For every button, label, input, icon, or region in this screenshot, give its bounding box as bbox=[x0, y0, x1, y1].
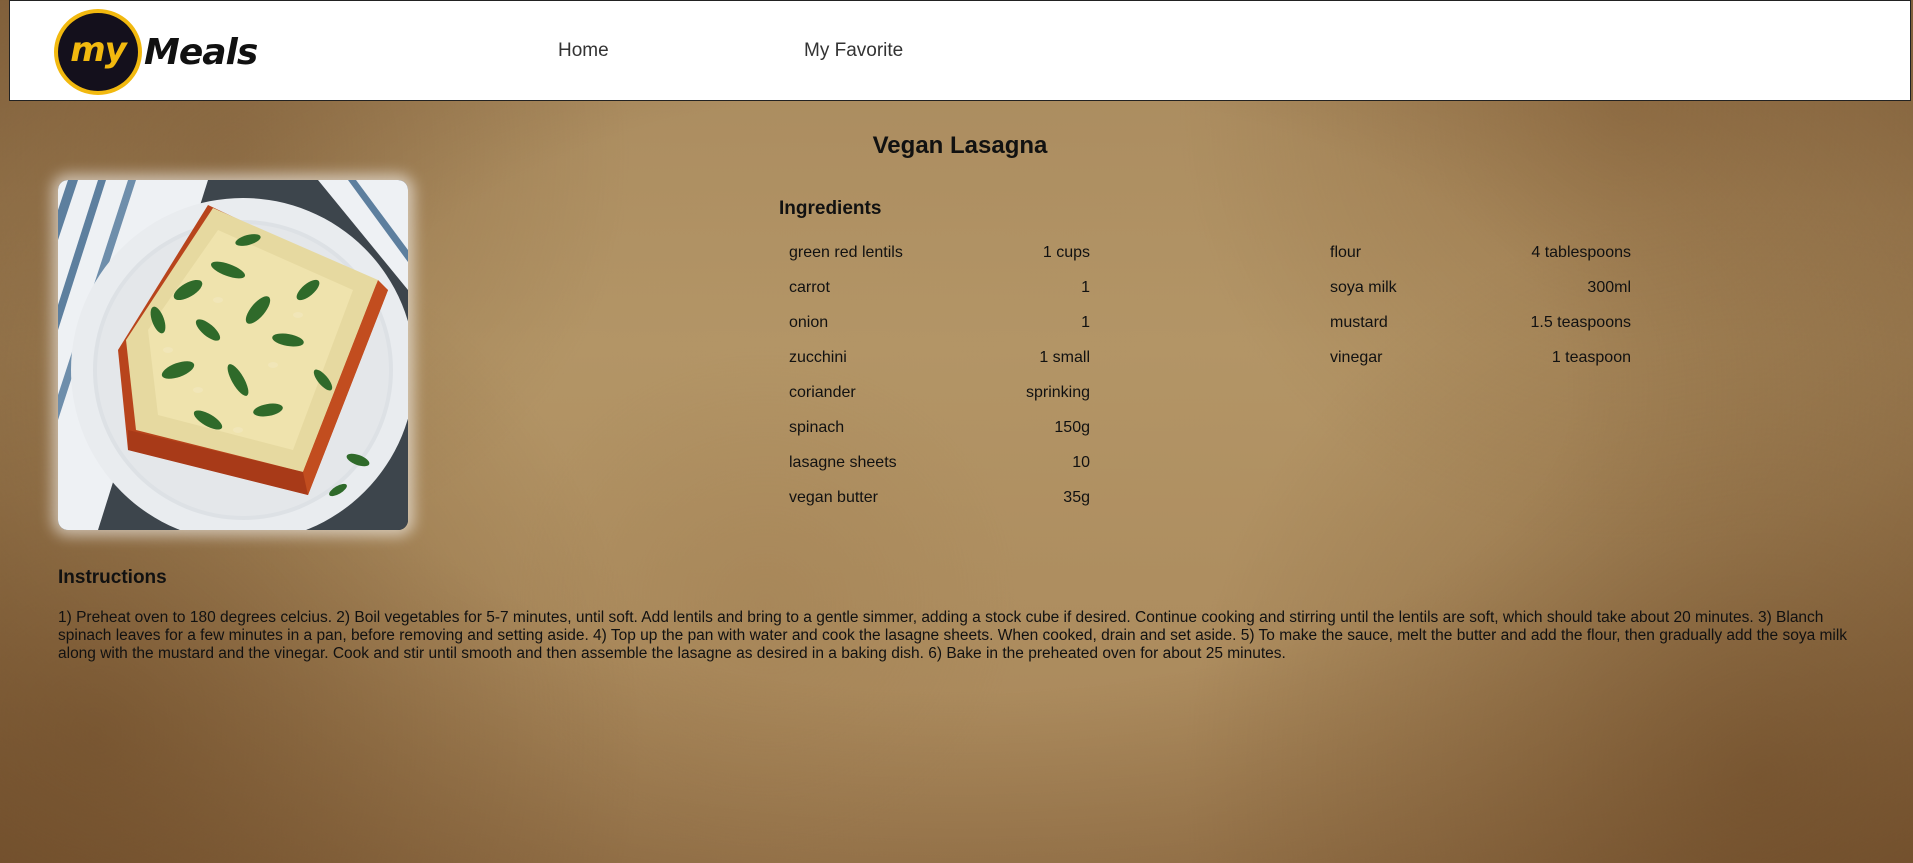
ingredient-quantity: 1 bbox=[1081, 279, 1090, 296]
nav-my-favorite-link[interactable]: My Favorite bbox=[804, 40, 903, 62]
ingredient-quantity: 4 tablespoons bbox=[1531, 244, 1631, 261]
logo-meals-text: Meals bbox=[144, 31, 258, 73]
ingredient-row: zucchini 1 small bbox=[789, 349, 1090, 384]
ingredient-row: vinegar 1 teaspoon bbox=[1330, 349, 1631, 384]
recipe-image bbox=[58, 180, 408, 530]
ingredient-row: spinach 150g bbox=[789, 419, 1090, 454]
instructions-heading: Instructions bbox=[58, 567, 167, 588]
nav-home-link[interactable]: Home bbox=[558, 40, 609, 62]
ingredients-list-left: green red lentils 1 cups carrot 1 onion … bbox=[789, 244, 1090, 524]
logo-my-text: my bbox=[70, 30, 127, 70]
ingredient-name: vegan butter bbox=[789, 489, 878, 506]
navbar: my Meals Home My Favorite bbox=[9, 0, 1911, 101]
logo-badge: my bbox=[54, 9, 142, 95]
ingredient-name: carrot bbox=[789, 279, 830, 296]
ingredient-quantity: 1 small bbox=[1039, 349, 1090, 366]
ingredients-list-right: flour 4 tablespoons soya milk 300ml must… bbox=[1330, 244, 1631, 384]
lasagna-photo bbox=[58, 180, 408, 530]
ingredient-name: zucchini bbox=[789, 349, 847, 366]
ingredient-quantity: sprinking bbox=[1025, 384, 1090, 401]
ingredient-row: flour 4 tablespoons bbox=[1330, 244, 1631, 279]
ingredient-quantity: 1 cups bbox=[1042, 244, 1090, 261]
ingredient-name: green red lentils bbox=[789, 244, 903, 261]
ingredient-name: coriander bbox=[789, 384, 856, 401]
recipe-title: Vegan Lasagna bbox=[872, 132, 1048, 159]
ingredient-name: mustard bbox=[1330, 314, 1388, 331]
ingredient-quantity: 150g bbox=[1054, 419, 1090, 436]
ingredient-row: coriander sprinking bbox=[789, 384, 1090, 419]
ingredient-name: soya milk bbox=[1330, 279, 1397, 296]
ingredients-heading: Ingredients bbox=[779, 198, 882, 219]
ingredient-name: onion bbox=[789, 314, 829, 331]
ingredient-quantity: 10 bbox=[1072, 454, 1090, 471]
ingredient-row: carrot 1 bbox=[789, 279, 1090, 314]
ingredient-row: mustard 1.5 teaspoons bbox=[1330, 314, 1631, 349]
ingredient-quantity: 1 bbox=[1081, 314, 1090, 331]
ingredient-quantity: 1.5 teaspoons bbox=[1530, 314, 1631, 331]
ingredient-row: lasagne sheets 10 bbox=[789, 454, 1090, 489]
ingredient-quantity: 300ml bbox=[1587, 279, 1631, 296]
ingredient-row: green red lentils 1 cups bbox=[789, 244, 1090, 279]
ingredient-name: spinach bbox=[789, 419, 845, 436]
instructions-text: 1) Preheat oven to 180 degrees celcius. … bbox=[58, 609, 1848, 662]
ingredient-row: vegan butter 35g bbox=[789, 489, 1090, 524]
logo[interactable]: my Meals bbox=[54, 9, 258, 95]
ingredient-quantity: 35g bbox=[1063, 489, 1090, 506]
ingredient-name: lasagne sheets bbox=[789, 454, 897, 471]
ingredient-name: vinegar bbox=[1330, 349, 1383, 366]
ingredient-name: flour bbox=[1330, 244, 1362, 261]
ingredient-row: onion 1 bbox=[789, 314, 1090, 349]
ingredient-quantity: 1 teaspoon bbox=[1551, 349, 1631, 366]
ingredient-row: soya milk 300ml bbox=[1330, 279, 1631, 314]
